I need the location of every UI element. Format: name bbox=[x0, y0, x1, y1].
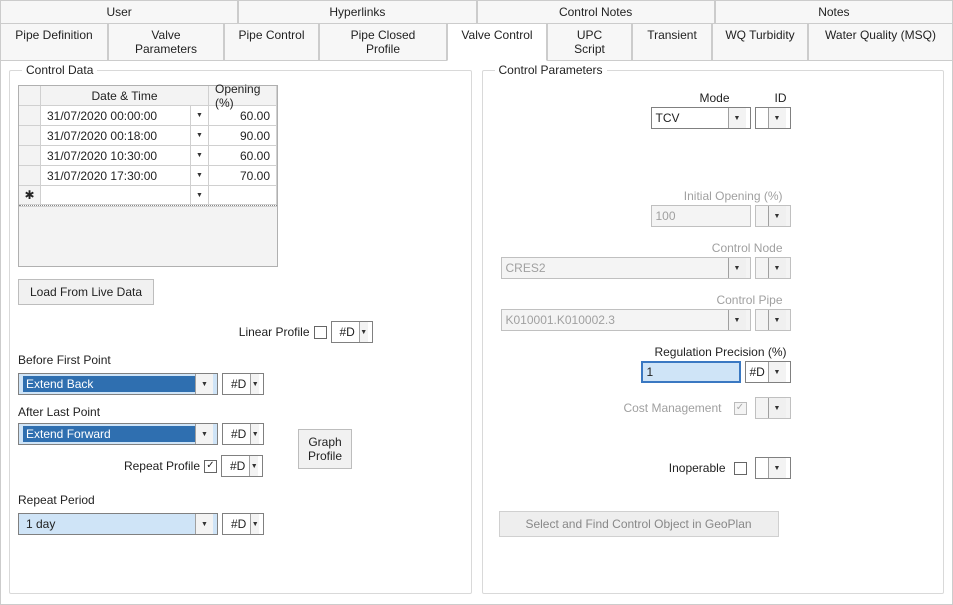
repeat-profile-checkbox[interactable] bbox=[204, 460, 217, 473]
chevron-down-icon: ▼ bbox=[728, 310, 746, 330]
chevron-down-icon[interactable]: ▼ bbox=[250, 424, 259, 444]
after-last-point-select[interactable]: Extend Forward ▼ bbox=[18, 423, 218, 445]
tab-valve-parameters[interactable]: Valve Parameters bbox=[108, 23, 224, 61]
cost-management-flag: ▼ bbox=[755, 397, 791, 419]
chevron-down-icon[interactable]: ▼ bbox=[768, 458, 786, 478]
inoperable-label: Inoperable bbox=[669, 461, 726, 475]
initial-opening-input: 100 bbox=[651, 205, 751, 227]
cost-management-label: Cost Management bbox=[623, 401, 725, 415]
inoperable-checkbox[interactable] bbox=[734, 462, 747, 475]
tab-user[interactable]: User bbox=[0, 0, 238, 24]
control-parameters-panel: Control Parameters Mode ID TCV ▼ ▼ bbox=[482, 70, 945, 594]
regulation-precision-flag[interactable]: #D ▼ bbox=[745, 361, 791, 383]
grid-row[interactable]: 31/07/2020 00:18:00 ▼ 90.00 bbox=[19, 126, 277, 146]
chevron-down-icon: ▼ bbox=[196, 132, 203, 139]
graph-profile-button[interactable]: Graph Profile bbox=[298, 429, 352, 469]
tab-wq-turbidity[interactable]: WQ Turbidity bbox=[712, 23, 808, 61]
find-control-object-button: Select and Find Control Object in GeoPla… bbox=[499, 511, 779, 537]
chevron-down-icon[interactable]: ▼ bbox=[195, 424, 213, 444]
tabs-row-bottom: Pipe Definition Valve Parameters Pipe Co… bbox=[0, 23, 953, 61]
tabs-row-top: User Hyperlinks Control Notes Notes bbox=[0, 0, 953, 24]
control-pipe-label: Control Pipe bbox=[716, 293, 786, 307]
tab-pipe-closed-profile[interactable]: Pipe Closed Profile bbox=[319, 23, 447, 61]
chevron-down-icon[interactable]: ▼ bbox=[195, 374, 213, 394]
chevron-down-icon: ▼ bbox=[768, 258, 786, 278]
grid-header-datetime: Date & Time bbox=[41, 86, 209, 106]
chevron-down-icon[interactable]: ▼ bbox=[768, 362, 786, 382]
repeat-profile-flag[interactable]: #D ▼ bbox=[221, 455, 263, 477]
before-first-point-select[interactable]: Extend Back ▼ bbox=[18, 373, 218, 395]
tab-pipe-definition[interactable]: Pipe Definition bbox=[0, 23, 108, 61]
chevron-down-icon: ▼ bbox=[196, 152, 203, 159]
grid-row[interactable]: 31/07/2020 17:30:00 ▼ 70.00 bbox=[19, 166, 277, 186]
regulation-precision-input[interactable]: 1 bbox=[641, 361, 741, 383]
tab-pipe-control[interactable]: Pipe Control bbox=[224, 23, 319, 61]
tab-control-notes[interactable]: Control Notes bbox=[477, 0, 715, 24]
control-data-grid[interactable]: Date & Time Opening (%) 31/07/2020 00:00… bbox=[18, 85, 278, 267]
inoperable-flag[interactable]: ▼ bbox=[755, 457, 791, 479]
control-pipe-select: K010001.K010002.3 ▼ bbox=[501, 309, 751, 331]
tab-transient[interactable]: Transient bbox=[632, 23, 712, 61]
control-pipe-flag: ▼ bbox=[755, 309, 791, 331]
id-label: ID bbox=[775, 91, 787, 105]
cost-management-checkbox bbox=[734, 402, 747, 415]
repeat-period-flag[interactable]: #D ▼ bbox=[222, 513, 264, 535]
chevron-down-icon: ▼ bbox=[768, 310, 786, 330]
chevron-down-icon: ▼ bbox=[768, 398, 786, 418]
chevron-down-icon[interactable]: ▼ bbox=[250, 374, 259, 394]
chevron-down-icon: ▼ bbox=[768, 206, 786, 226]
chevron-down-icon[interactable]: ▼ bbox=[249, 456, 258, 476]
chevron-down-icon[interactable]: ▼ bbox=[195, 514, 213, 534]
control-node-select: CRES2 ▼ bbox=[501, 257, 751, 279]
mode-label: Mode bbox=[699, 91, 729, 105]
grid-footer bbox=[19, 206, 277, 266]
before-first-point-label: Before First Point bbox=[18, 353, 463, 367]
tab-hyperlinks[interactable]: Hyperlinks bbox=[238, 0, 476, 24]
tab-water-quality-msq[interactable]: Water Quality (MSQ) bbox=[808, 23, 953, 61]
chevron-down-icon: ▼ bbox=[196, 192, 203, 199]
control-node-flag: ▼ bbox=[755, 257, 791, 279]
grid-header-opening: Opening (%) bbox=[209, 86, 277, 106]
tab-notes[interactable]: Notes bbox=[715, 0, 953, 24]
initial-opening-flag: ▼ bbox=[755, 205, 791, 227]
grid-new-row-marker: ✱ bbox=[19, 186, 41, 205]
mode-flag[interactable]: ▼ bbox=[755, 107, 791, 129]
control-data-panel: Control Data Date & Time Opening (%) 31/… bbox=[9, 70, 472, 594]
chevron-down-icon[interactable]: ▼ bbox=[250, 514, 259, 534]
repeat-period-select[interactable]: 1 day ▼ bbox=[18, 513, 218, 535]
grid-row[interactable]: 31/07/2020 00:00:00 ▼ 60.00 bbox=[19, 106, 277, 126]
linear-profile-checkbox[interactable] bbox=[314, 326, 327, 339]
chevron-down-icon[interactable]: ▼ bbox=[768, 108, 786, 128]
load-from-live-data-button[interactable]: Load From Live Data bbox=[18, 279, 154, 305]
control-node-label: Control Node bbox=[712, 241, 787, 255]
chevron-down-icon[interactable]: ▼ bbox=[359, 322, 368, 342]
grid-cell-datetime[interactable]: 31/07/2020 00:00:00 bbox=[41, 106, 191, 126]
initial-opening-label: Initial Opening (%) bbox=[684, 189, 787, 203]
grid-datetime-dropdown[interactable]: ▼ bbox=[191, 106, 209, 126]
chevron-down-icon[interactable]: ▼ bbox=[728, 108, 746, 128]
control-data-title: Control Data bbox=[22, 63, 97, 77]
chevron-down-icon: ▼ bbox=[196, 172, 203, 179]
after-last-point-flag[interactable]: #D ▼ bbox=[222, 423, 264, 445]
tab-upc-script[interactable]: UPC Script bbox=[547, 23, 632, 61]
chevron-down-icon: ▼ bbox=[728, 258, 746, 278]
grid-header-marker bbox=[19, 86, 41, 106]
linear-profile-label: Linear Profile bbox=[18, 325, 314, 339]
linear-profile-flag[interactable]: #D ▼ bbox=[331, 321, 373, 343]
after-last-point-label: After Last Point bbox=[18, 405, 463, 419]
chevron-down-icon: ▼ bbox=[196, 112, 203, 119]
grid-row-marker bbox=[19, 106, 41, 126]
before-first-point-flag[interactable]: #D ▼ bbox=[222, 373, 264, 395]
regulation-precision-label: Regulation Precision (%) bbox=[654, 345, 786, 359]
grid-row-new[interactable]: ✱ ▼ bbox=[19, 186, 277, 206]
grid-cell-opening[interactable]: 60.00 bbox=[209, 106, 277, 126]
repeat-profile-label: Repeat Profile bbox=[18, 459, 204, 473]
tab-valve-control[interactable]: Valve Control bbox=[447, 23, 547, 61]
repeat-period-label: Repeat Period bbox=[18, 493, 463, 507]
control-parameters-title: Control Parameters bbox=[495, 63, 607, 77]
mode-select[interactable]: TCV ▼ bbox=[651, 107, 751, 129]
grid-row[interactable]: 31/07/2020 10:30:00 ▼ 60.00 bbox=[19, 146, 277, 166]
